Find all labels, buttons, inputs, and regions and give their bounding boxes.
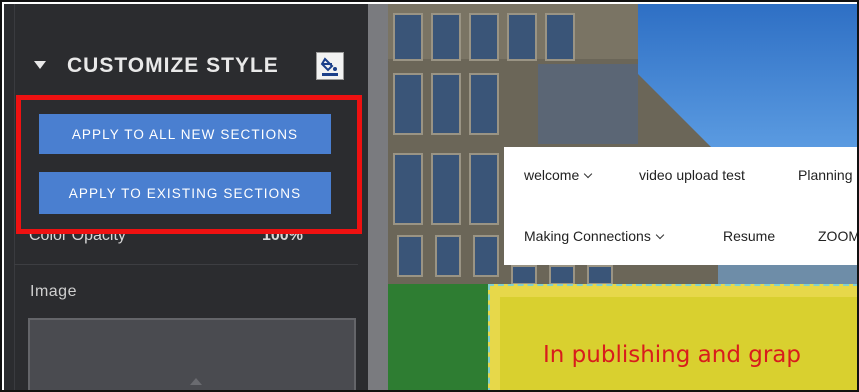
nav-item-label: Resume — [723, 228, 776, 244]
color-opacity-row: Color Opacity 100% — [29, 234, 349, 248]
nav-item-zoom[interactable]: ZOOM — [818, 228, 859, 244]
paint-bucket-icon — [320, 57, 338, 76]
nav-item-planning[interactable]: Planning — [798, 167, 853, 183]
panel-divider-line — [14, 264, 358, 265]
apply-to-existing-sections-button[interactable]: APPLY TO EXISTING SECTIONS — [39, 172, 331, 214]
nav-item-label: Planning — [798, 167, 853, 183]
image-label: Image — [30, 283, 77, 300]
color-opacity-value[interactable]: 100% — [262, 234, 303, 245]
nav-item-resume[interactable]: Resume — [723, 228, 775, 244]
caret-down-icon[interactable] — [34, 61, 46, 69]
panel-title: CUSTOMIZE STYLE — [67, 54, 279, 77]
nav-item-making-connections[interactable]: Making Connections — [524, 228, 665, 244]
chevron-down-icon — [655, 230, 665, 240]
chevron-down-icon — [584, 169, 593, 179]
nav-item-welcome[interactable]: welcome — [524, 167, 593, 183]
color-opacity-label: Color Opacity — [29, 234, 126, 244]
customize-style-header[interactable]: CUSTOMIZE STYLE — [14, 42, 358, 90]
nav-item-label: Making Connections — [524, 228, 651, 244]
image-drop-area[interactable] — [28, 318, 356, 390]
site-nav-menu — [504, 147, 857, 265]
expand-arrow-icon — [190, 378, 202, 385]
screenshot-frame: CUSTOMIZE STYLE Color Opacity 100% APPLY… — [0, 0, 859, 392]
nav-item-label: ZOOM — [818, 228, 859, 244]
nav-item-label: video upload test — [639, 167, 745, 183]
site-preview: welcome video upload test Planning Makin… — [388, 4, 859, 390]
nav-item-video-upload-test[interactable]: video upload test — [639, 167, 745, 183]
apply-to-all-new-sections-button[interactable]: APPLY TO ALL NEW SECTIONS — [39, 114, 331, 154]
nav-item-label: welcome — [524, 167, 580, 183]
panel-resize-divider[interactable] — [368, 4, 388, 390]
paint-bucket-button[interactable] — [316, 52, 344, 80]
content-heading: In publishing and grap — [543, 342, 801, 368]
